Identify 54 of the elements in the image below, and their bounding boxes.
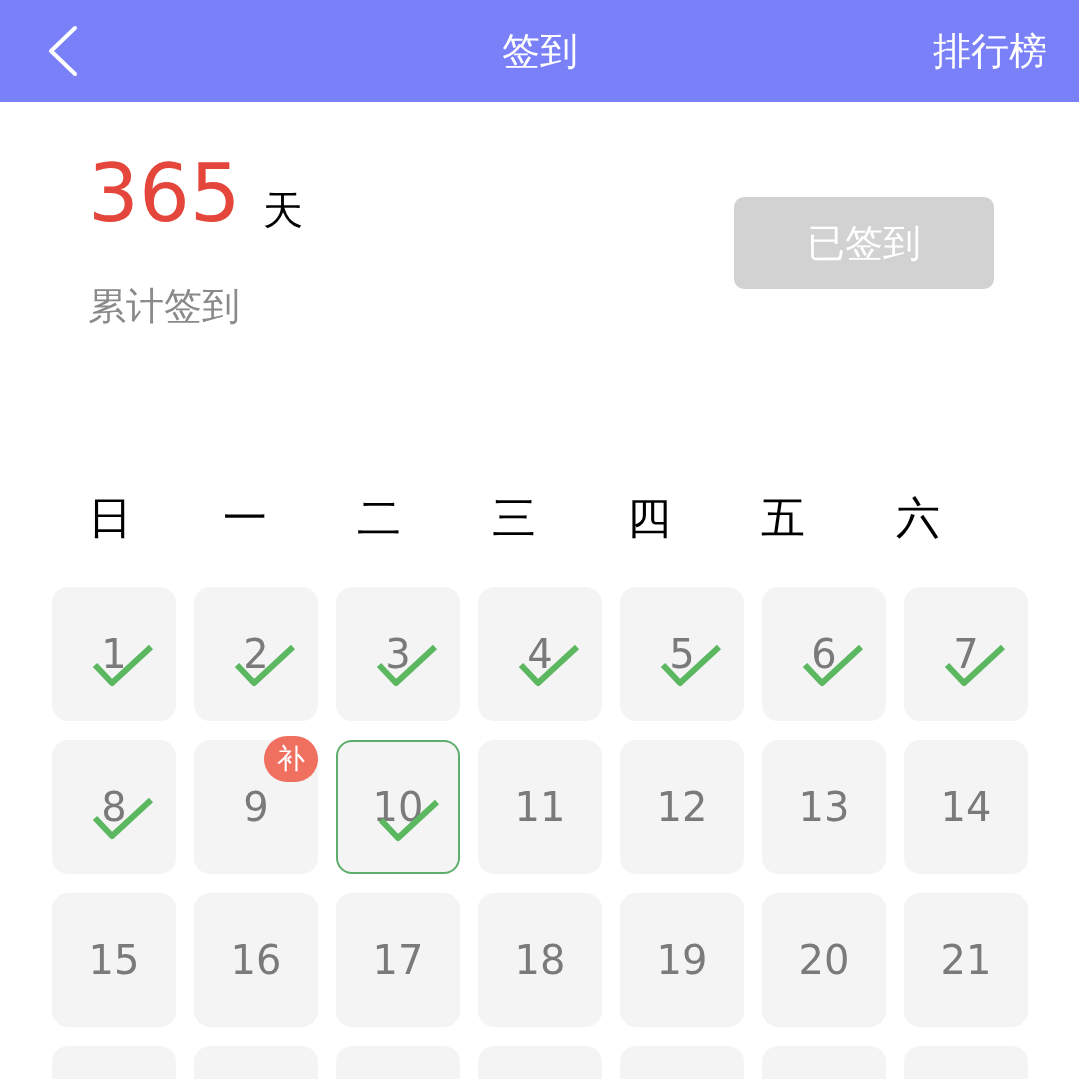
day-cell[interactable]: 7 bbox=[904, 587, 1028, 721]
count-label: 累计签到 bbox=[88, 283, 241, 330]
day-number: 16 bbox=[230, 936, 282, 985]
day-number: 8 bbox=[101, 783, 127, 832]
day-cell[interactable]: 4 bbox=[478, 587, 602, 721]
day-cell[interactable]: 17 bbox=[336, 893, 460, 1027]
day-cell[interactable]: 2 bbox=[194, 587, 318, 721]
day-number: 19 bbox=[656, 936, 708, 985]
day-cell[interactable]: 18 bbox=[478, 893, 602, 1027]
weekday-label: 一 bbox=[222, 491, 267, 545]
count-unit: 天 bbox=[262, 190, 303, 230]
day-cell[interactable]: 19 bbox=[620, 893, 744, 1027]
day-number: 20 bbox=[798, 936, 850, 985]
day-cell[interactable]: 6 bbox=[762, 587, 886, 721]
day-cell[interactable]: 21 bbox=[904, 893, 1028, 1027]
day-number: 5 bbox=[669, 630, 695, 679]
day-number: 6 bbox=[811, 630, 837, 679]
day-number: 14 bbox=[940, 783, 992, 832]
page-title: 签到 bbox=[501, 27, 578, 75]
day-cell[interactable]: 20 bbox=[762, 893, 886, 1027]
day-cell[interactable]: 3 bbox=[336, 587, 460, 721]
day-cell[interactable]: 5 bbox=[620, 587, 744, 721]
day-number: 12 bbox=[656, 783, 708, 832]
weekday-label: 二 bbox=[357, 491, 402, 545]
day-cell[interactable]: 10 bbox=[336, 740, 460, 874]
weekday-label: 六 bbox=[895, 491, 940, 545]
day-number: 11 bbox=[514, 783, 566, 832]
day-cell[interactable]: 15 bbox=[52, 893, 176, 1027]
day-cell[interactable]: 13 bbox=[762, 740, 886, 874]
day-number: 21 bbox=[940, 936, 992, 985]
day-number: 18 bbox=[514, 936, 566, 985]
day-cell[interactable]: 12 bbox=[620, 740, 744, 874]
day-number: 9 bbox=[243, 783, 269, 832]
sign-in-count: 365 bbox=[88, 154, 241, 234]
day-number: 15 bbox=[88, 936, 140, 985]
weekday-label: 四 bbox=[626, 491, 671, 545]
leaderboard-link[interactable]: 排行榜 bbox=[933, 22, 1047, 80]
day-cell[interactable]: 11 bbox=[478, 740, 602, 874]
weekday-label: 五 bbox=[761, 491, 806, 545]
day-number: 1 bbox=[101, 630, 127, 679]
day-number: 17 bbox=[372, 936, 424, 985]
weekday-label: 三 bbox=[492, 491, 536, 545]
day-number: 10 bbox=[372, 783, 424, 832]
day-number: 4 bbox=[527, 630, 553, 679]
day-cell[interactable]: 14 bbox=[904, 740, 1028, 874]
day-cell[interactable]: 16 bbox=[194, 893, 318, 1027]
day-cell[interactable]: 8 bbox=[52, 740, 176, 874]
makeup-badge: 补 bbox=[264, 736, 318, 782]
day-cell[interactable]: 1 bbox=[52, 587, 176, 721]
day-number: 7 bbox=[953, 630, 979, 679]
day-number: 2 bbox=[243, 630, 269, 679]
day-number: 13 bbox=[798, 783, 850, 832]
weekday-label: 日 bbox=[88, 491, 133, 545]
day-number: 3 bbox=[385, 630, 411, 679]
